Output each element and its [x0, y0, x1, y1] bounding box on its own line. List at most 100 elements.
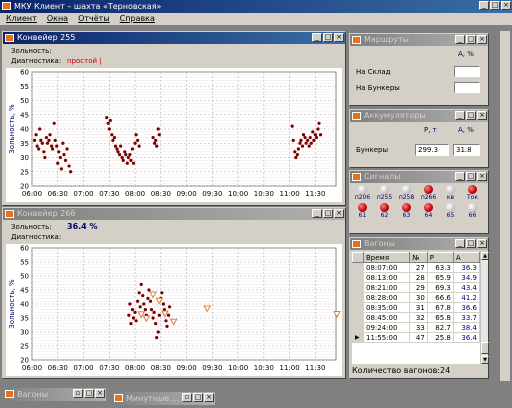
- table-row[interactable]: 08:28:00 30 66.6 41.2: [352, 292, 480, 303]
- close-button[interactable]: ×: [477, 111, 487, 120]
- scroll-up-icon[interactable]: ▲: [481, 252, 489, 260]
- bunkers-label: Бункеры: [356, 146, 389, 154]
- cell-time: 08:35:00: [362, 302, 411, 313]
- ash-point: [45, 141, 50, 145]
- main-vertical-scrollbar[interactable]: [500, 31, 510, 381]
- close-button[interactable]: ×: [477, 35, 487, 44]
- minimize-button[interactable]: _: [312, 209, 322, 218]
- table-row[interactable]: 08:21:00 29 69.3 43.4: [352, 282, 480, 293]
- close-button[interactable]: ×: [501, 1, 511, 10]
- signal-item: 64: [420, 203, 437, 219]
- ash-point: [296, 147, 300, 151]
- ash-point: [299, 138, 303, 142]
- cell-a: 38.4: [452, 322, 480, 333]
- close-button[interactable]: ×: [204, 393, 214, 402]
- signals-titlebar[interactable]: Сигналы _ □ ×: [350, 171, 488, 183]
- accumulators-titlebar[interactable]: Аккумуляторы _ □ ×: [350, 110, 488, 122]
- x-tick-label: 10:30: [254, 190, 274, 198]
- table-row[interactable]: 08:07:00 27 63.3 36.3: [352, 262, 480, 273]
- cell-time: 08:13:00: [362, 272, 411, 283]
- minimized-wagons[interactable]: Вагоны ▫ □ ×: [3, 388, 106, 401]
- signal-lamp-icon: [424, 185, 433, 194]
- minimize-button[interactable]: _: [455, 172, 465, 181]
- maximize-button[interactable]: □: [490, 1, 500, 10]
- ash-point: [152, 310, 156, 314]
- ash-point: [142, 302, 146, 306]
- restore-button[interactable]: ▫: [182, 393, 192, 402]
- minimize-button[interactable]: _: [479, 1, 489, 10]
- wagons-titlebar[interactable]: Вагоны _ □ ×: [350, 238, 488, 250]
- minimize-button[interactable]: _: [455, 35, 465, 44]
- ash-point: [131, 316, 136, 320]
- maximize-button[interactable]: □: [466, 111, 476, 120]
- maximize-button[interactable]: □: [466, 239, 476, 248]
- menu-windows[interactable]: Окна: [47, 13, 68, 25]
- wagons-scrollbar[interactable]: ▲ ▼: [480, 252, 489, 364]
- ash-point: [141, 294, 145, 298]
- routes-icon: [352, 36, 361, 44]
- ash-point: [124, 153, 128, 157]
- routes-unit: А, %: [458, 50, 474, 58]
- menu-client[interactable]: Клиент: [6, 13, 37, 25]
- ash-point: [38, 127, 42, 131]
- table-row[interactable]: ▶ 11:55:00 47 25.8 36.4: [352, 332, 480, 343]
- cell-time: 09:24:00: [362, 322, 411, 333]
- close-button[interactable]: ×: [477, 172, 487, 181]
- col-a-header[interactable]: А: [452, 252, 480, 263]
- ash-point: [167, 305, 172, 309]
- row-indicator: [352, 302, 364, 313]
- y-tick-label: 60: [20, 69, 29, 77]
- minimized-minute[interactable]: Минутные ... ▫ □ ×: [112, 392, 215, 405]
- ash-point: [155, 144, 159, 148]
- ash-point: [130, 147, 135, 151]
- minimize-button[interactable]: _: [455, 239, 465, 248]
- conveyor-266-titlebar[interactable]: Конвейер 266 _ □ ×: [3, 208, 345, 220]
- cell-a: 33.7: [452, 312, 480, 323]
- ash-point: [107, 127, 111, 131]
- table-row[interactable]: 08:13:00 28 65.9 34.9: [352, 272, 480, 283]
- ash-point: [294, 155, 298, 160]
- close-button[interactable]: ×: [334, 209, 344, 218]
- table-row[interactable]: 08:35:00 31 67.8 36.6: [352, 302, 480, 313]
- maximize-button[interactable]: □: [323, 33, 333, 42]
- close-button[interactable]: ×: [95, 389, 105, 398]
- signal-lamp-icon: [424, 203, 433, 212]
- col-p-header[interactable]: Р: [426, 252, 454, 263]
- routes-titlebar[interactable]: Маршруты _ □ ×: [350, 34, 488, 46]
- y-axis-label: Зольность, %: [8, 279, 16, 329]
- ash-point: [106, 121, 110, 125]
- ash-point: [131, 161, 136, 165]
- signal-label: 64: [424, 212, 433, 219]
- scroll-thumb[interactable]: [481, 342, 489, 354]
- maximize-button[interactable]: □: [466, 172, 476, 181]
- col-number-header[interactable]: №: [409, 252, 428, 263]
- close-button[interactable]: ×: [477, 239, 487, 248]
- signal-lamp-icon: [446, 203, 455, 212]
- col-time-header[interactable]: Время: [362, 252, 411, 263]
- scroll-down-icon[interactable]: ▼: [481, 356, 489, 364]
- ash-point: [105, 116, 109, 120]
- signals-grid: п206 п255 п258 п266 кв Ток 61 62 63 64 65 66: [354, 185, 486, 219]
- signals-title: Сигналы: [364, 172, 401, 181]
- maximize-button[interactable]: □: [193, 393, 203, 402]
- row-indicator: [352, 282, 364, 293]
- wagon-icon: [352, 240, 361, 248]
- ash-point: [108, 118, 112, 123]
- ash-point: [63, 158, 68, 162]
- ash-point: [300, 144, 305, 148]
- ash-point: [155, 336, 159, 340]
- table-row[interactable]: 08:45:00 32 65.8 33.7: [352, 312, 480, 323]
- y-tick-label: 45: [20, 111, 29, 119]
- maximize-button[interactable]: □: [84, 389, 94, 398]
- minimize-button[interactable]: _: [455, 111, 465, 120]
- maximize-button[interactable]: □: [323, 209, 333, 218]
- menu-help[interactable]: Справка: [120, 13, 155, 25]
- close-button[interactable]: ×: [334, 33, 344, 42]
- restore-button[interactable]: ▫: [73, 389, 83, 398]
- table-row[interactable]: 09:24:00 33 82.7 38.4: [352, 322, 480, 333]
- conveyor-255-titlebar[interactable]: Конвейер 255 _ □ ×: [3, 32, 345, 44]
- maximize-button[interactable]: □: [466, 35, 476, 44]
- minimize-button[interactable]: _: [312, 33, 322, 42]
- menu-reports[interactable]: Отчёты: [78, 13, 110, 25]
- ash-point: [298, 141, 302, 145]
